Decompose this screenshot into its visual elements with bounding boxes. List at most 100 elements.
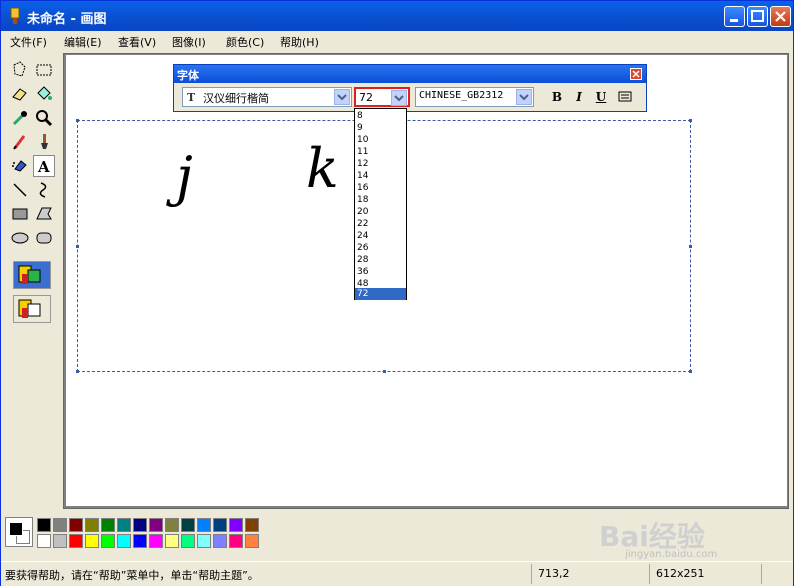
line-tool[interactable] bbox=[9, 179, 31, 201]
minimize-button[interactable] bbox=[724, 6, 745, 27]
vertical-text-button[interactable] bbox=[616, 89, 634, 105]
fill-tool[interactable] bbox=[33, 83, 55, 105]
chevron-down-icon[interactable] bbox=[334, 89, 350, 105]
resize-handle[interactable] bbox=[76, 119, 79, 122]
transparent-shapes-icon bbox=[18, 299, 41, 318]
brush-icon bbox=[41, 134, 48, 149]
minimize-icon bbox=[730, 19, 738, 22]
close-button[interactable] bbox=[770, 6, 791, 27]
pencil-icon bbox=[13, 135, 26, 150]
eraser-tool[interactable] bbox=[9, 83, 31, 105]
font-toolbar: 字体 T 汉仪细行楷简 72 CHINESE_GB2312 B I U bbox=[173, 64, 647, 112]
underline-button[interactable]: U bbox=[592, 89, 610, 105]
size-option[interactable]: 20 bbox=[355, 206, 406, 218]
menu-color[interactable]: 颜色(C) bbox=[226, 34, 264, 50]
color-swatch[interactable] bbox=[53, 518, 67, 532]
color-swatch[interactable] bbox=[181, 518, 195, 532]
resize-handle[interactable] bbox=[383, 370, 386, 373]
color-swatch[interactable] bbox=[69, 518, 83, 532]
size-option[interactable]: 26 bbox=[355, 242, 406, 254]
color-swatch[interactable] bbox=[245, 534, 259, 548]
color-swatch[interactable] bbox=[149, 534, 163, 548]
resize-handle[interactable] bbox=[689, 245, 692, 248]
resize-handle[interactable] bbox=[689, 119, 692, 122]
menu-view[interactable]: 查看(V) bbox=[118, 34, 156, 50]
color-swatch[interactable] bbox=[197, 534, 211, 548]
script-select[interactable]: CHINESE_GB2312 bbox=[415, 87, 534, 107]
bold-button[interactable]: B bbox=[548, 89, 566, 105]
color-swatch[interactable] bbox=[245, 518, 259, 532]
text-tool[interactable]: A bbox=[33, 155, 55, 177]
chevron-down-icon[interactable] bbox=[516, 89, 532, 105]
maximize-button[interactable] bbox=[747, 6, 768, 27]
size-option[interactable]: 11 bbox=[355, 146, 406, 158]
polygon-tool[interactable] bbox=[33, 203, 55, 225]
size-option[interactable]: 36 bbox=[355, 266, 406, 278]
menu-image[interactable]: 图像(I) bbox=[172, 34, 206, 50]
color-swatch[interactable] bbox=[37, 534, 51, 548]
menu-help[interactable]: 帮助(H) bbox=[280, 34, 319, 50]
airbrush-tool[interactable] bbox=[9, 155, 31, 177]
size-option[interactable]: 10 bbox=[355, 134, 406, 146]
rectangle-tool[interactable] bbox=[9, 203, 31, 225]
color-swatch[interactable] bbox=[229, 534, 243, 548]
color-swatch[interactable] bbox=[165, 534, 179, 548]
color-swatch[interactable] bbox=[101, 534, 115, 548]
color-swatch[interactable] bbox=[85, 518, 99, 532]
color-swatch[interactable] bbox=[53, 534, 67, 548]
resize-handle[interactable] bbox=[76, 245, 79, 248]
size-option[interactable]: 14 bbox=[355, 170, 406, 182]
menu-file[interactable]: 文件(F) bbox=[10, 34, 47, 50]
size-option[interactable]: 28 bbox=[355, 254, 406, 266]
font-name-value: 汉仪细行楷简 bbox=[203, 92, 269, 105]
brush-tool[interactable] bbox=[33, 131, 55, 153]
italic-button[interactable]: I bbox=[570, 89, 588, 105]
chevron-down-icon[interactable] bbox=[391, 90, 407, 106]
color-swatch[interactable] bbox=[165, 518, 179, 532]
size-option[interactable]: 22 bbox=[355, 218, 406, 230]
svg-text:A: A bbox=[37, 158, 50, 176]
ellipse-tool[interactable] bbox=[9, 227, 31, 249]
color-swatch[interactable] bbox=[213, 534, 227, 548]
color-swatch[interactable] bbox=[229, 518, 243, 532]
color-swatch[interactable] bbox=[149, 518, 163, 532]
font-size-value: 72 bbox=[359, 91, 373, 104]
pencil-tool[interactable] bbox=[9, 131, 31, 153]
rect-select-tool[interactable] bbox=[33, 59, 55, 81]
resize-handle[interactable] bbox=[689, 370, 692, 373]
size-option[interactable]: 9 bbox=[355, 122, 406, 134]
size-option[interactable]: 24 bbox=[355, 230, 406, 242]
color-swatch[interactable] bbox=[117, 518, 131, 532]
color-swatch[interactable] bbox=[69, 534, 83, 548]
font-name-select[interactable]: T 汉仪细行楷简 bbox=[182, 87, 352, 107]
size-option[interactable]: 16 bbox=[355, 182, 406, 194]
color-swatch[interactable] bbox=[181, 534, 195, 548]
color-swatch[interactable] bbox=[197, 518, 211, 532]
size-option[interactable]: 18 bbox=[355, 194, 406, 206]
transparent-background-option[interactable] bbox=[13, 295, 51, 323]
color-swatch[interactable] bbox=[133, 518, 147, 532]
maximize-icon bbox=[751, 10, 764, 22]
curve-tool[interactable] bbox=[33, 179, 55, 201]
color-picker-tool[interactable] bbox=[9, 107, 31, 129]
color-swatch[interactable] bbox=[37, 518, 51, 532]
rounded-rectangle-tool[interactable] bbox=[33, 227, 55, 249]
magnifier-tool[interactable] bbox=[33, 107, 55, 129]
color-swatch[interactable] bbox=[133, 534, 147, 548]
current-colors-box bbox=[5, 517, 33, 547]
color-palette bbox=[5, 515, 385, 551]
menu-edit[interactable]: 编辑(E) bbox=[64, 34, 102, 50]
font-toolbar-close-button[interactable] bbox=[630, 68, 642, 80]
font-size-select[interactable]: 72 bbox=[354, 87, 410, 107]
canvas-letter-j: j bbox=[176, 145, 193, 208]
opaque-background-option[interactable] bbox=[13, 261, 51, 289]
color-swatch[interactable] bbox=[213, 518, 227, 532]
color-swatch[interactable] bbox=[85, 534, 99, 548]
size-option[interactable]: 12 bbox=[355, 158, 406, 170]
resize-handle[interactable] bbox=[76, 370, 79, 373]
size-option-selected[interactable]: 72 bbox=[355, 288, 406, 300]
size-option[interactable]: 8 bbox=[355, 110, 406, 122]
color-swatch[interactable] bbox=[101, 518, 115, 532]
free-select-tool[interactable] bbox=[9, 59, 31, 81]
color-swatch[interactable] bbox=[117, 534, 131, 548]
